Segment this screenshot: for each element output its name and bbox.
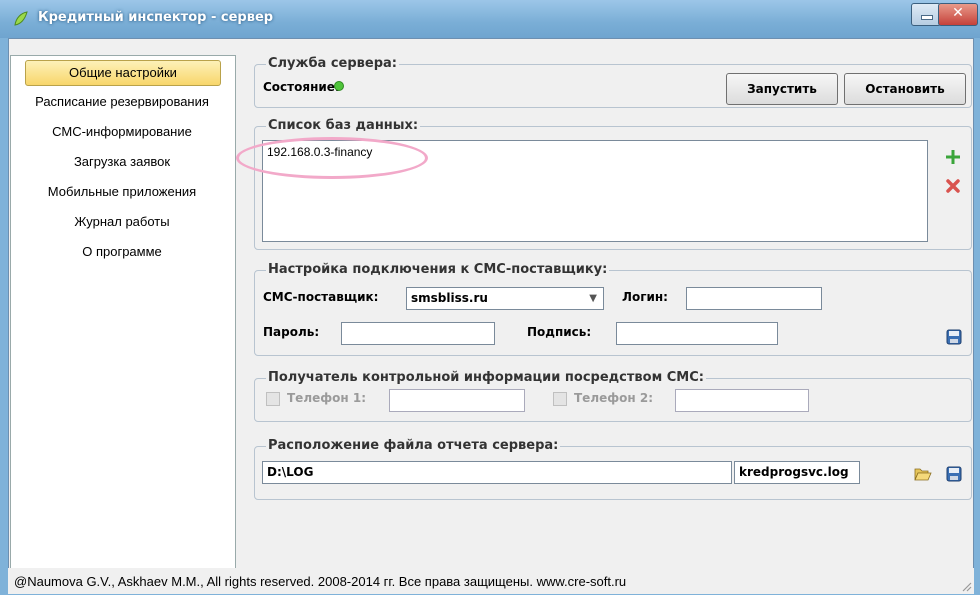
save-icon[interactable] [946, 329, 962, 345]
minimize-button[interactable] [911, 3, 941, 26]
copyright-text: @Naumova G.V., Askhaev M.M., All rights … [14, 574, 627, 589]
signature-label: Подпись: [527, 325, 592, 339]
sidebar-item-mobile-apps[interactable]: Мобильные приложения [11, 184, 233, 199]
status-indicator-icon [334, 81, 344, 91]
stop-button[interactable]: Остановить [844, 73, 966, 105]
phone1-checkbox[interactable] [266, 392, 280, 406]
provider-label: СМС-поставщик: [263, 290, 379, 304]
service-legend: Служба сервера: [266, 56, 399, 71]
sms-legend: Настройка подключения к СМС-поставщику: [266, 262, 610, 277]
phone2-checkbox[interactable] [553, 392, 567, 406]
recipient-legend: Получатель контрольной информации посред… [266, 370, 706, 385]
report-legend: Расположение файла отчета сервера: [266, 438, 561, 453]
report-path-field[interactable]: D:\LOG [262, 461, 732, 484]
sidebar-item-work-log[interactable]: Журнал работы [11, 214, 233, 229]
remove-icon[interactable] [945, 178, 961, 194]
sidebar-item-load-requests[interactable]: Загрузка заявок [11, 154, 233, 169]
provider-select[interactable]: smsbliss.ru ▼ [406, 287, 604, 310]
status-bar: @Naumova G.V., Askhaev M.M., All rights … [8, 568, 974, 594]
leaf-icon [14, 11, 28, 26]
window-title: Кредитный инспектор - сервер [38, 10, 274, 25]
report-file-field[interactable]: kredprogsvc.log [734, 461, 860, 484]
phone2-field[interactable] [675, 389, 809, 412]
app-window: Кредитный инспектор - сервер ✕ Общие нас… [0, 0, 980, 595]
password-label: Пароль: [263, 325, 320, 339]
state-label: Состояние: [263, 80, 340, 94]
login-field[interactable] [686, 287, 822, 310]
sidebar-item-about[interactable]: О программе [11, 244, 233, 259]
sidebar-item-general[interactable]: Общие настройки [25, 60, 221, 86]
close-button[interactable]: ✕ [938, 3, 978, 26]
sidebar-item-backup-schedule[interactable]: Расписание резервирования [11, 94, 233, 109]
phone2-label: Телефон 2: [574, 391, 654, 405]
phone1-label: Телефон 1: [287, 391, 367, 405]
highlight-annotation [236, 137, 428, 179]
start-button[interactable]: Запустить [726, 73, 838, 105]
password-field[interactable] [341, 322, 495, 345]
phone1-field[interactable] [389, 389, 525, 412]
close-icon: ✕ [952, 5, 964, 21]
folder-open-icon[interactable] [914, 466, 932, 482]
chevron-down-icon[interactable]: ▼ [589, 288, 597, 309]
databases-legend: Список баз данных: [266, 118, 421, 133]
login-label: Логин: [622, 290, 668, 304]
provider-value: smsbliss.ru [411, 291, 488, 305]
add-icon[interactable] [945, 149, 961, 165]
resize-grip-icon[interactable] [960, 580, 972, 592]
sidebar: Общие настройки Расписание резервировани… [10, 55, 236, 570]
save-report-icon[interactable] [946, 466, 962, 482]
sidebar-item-sms[interactable]: СМС-информирование [11, 124, 233, 139]
title-bar[interactable]: Кредитный инспектор - сервер ✕ [0, 0, 980, 38]
signature-field[interactable] [616, 322, 778, 345]
